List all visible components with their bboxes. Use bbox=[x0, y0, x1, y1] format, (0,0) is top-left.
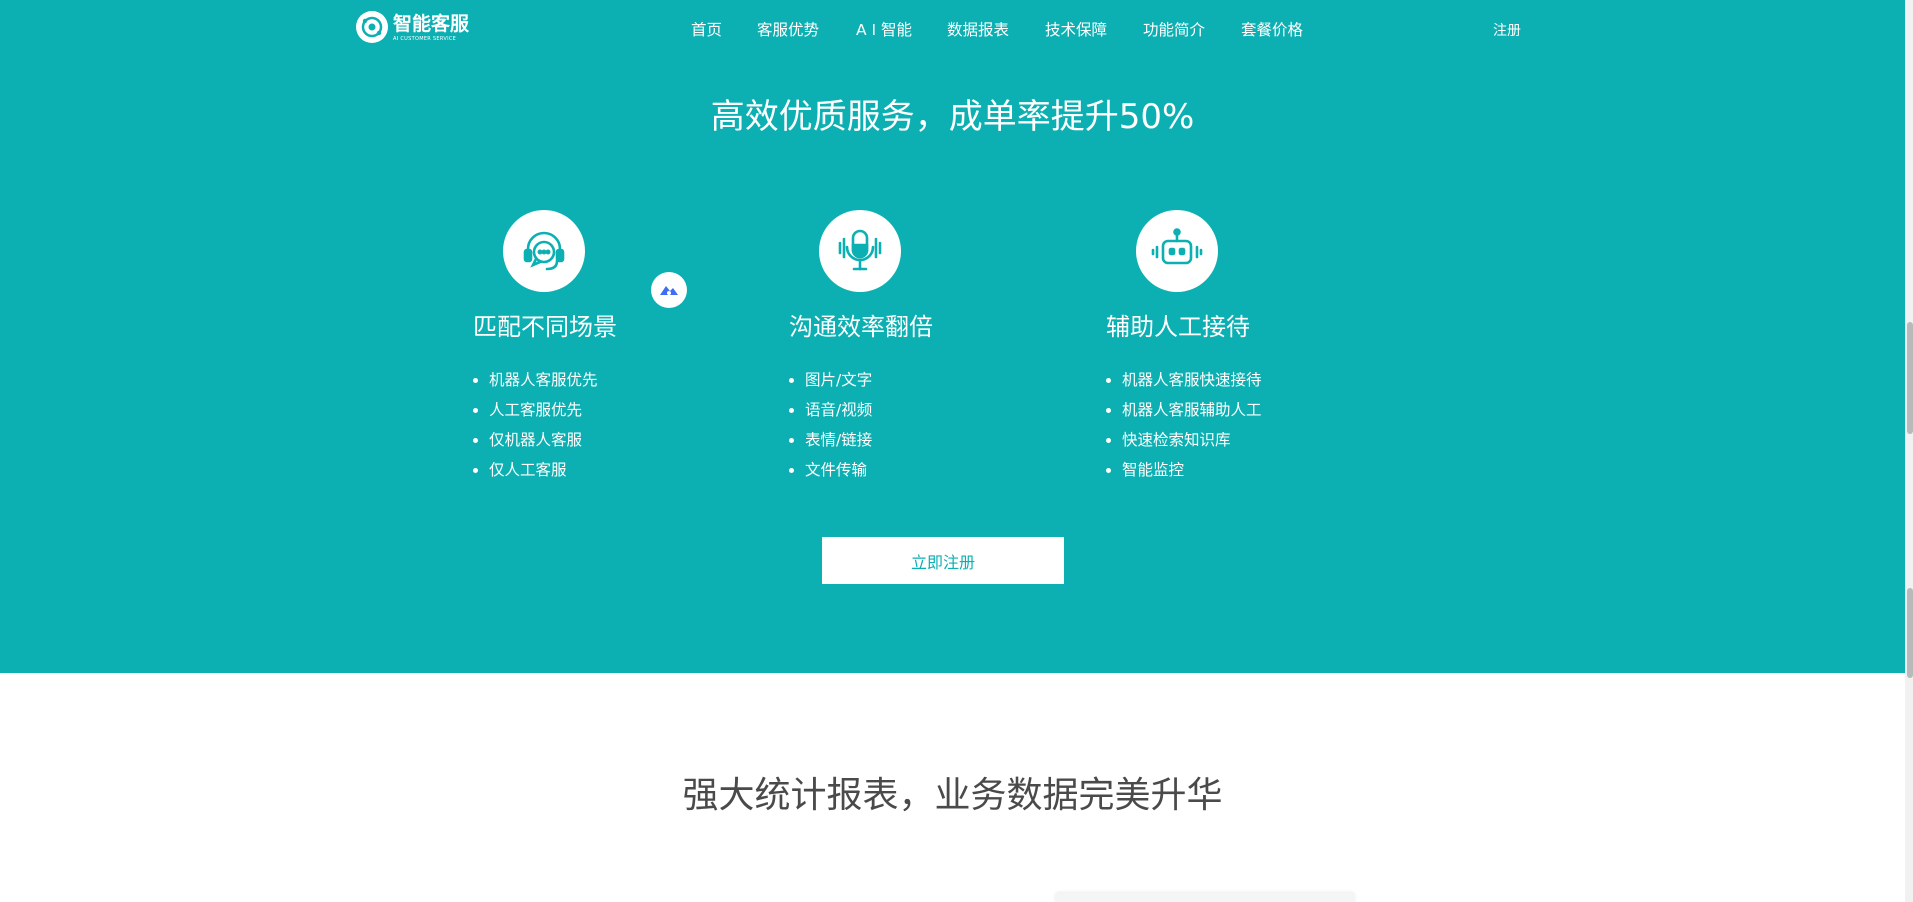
hero-title: 高效优质服务，成单率提升50% bbox=[710, 97, 1195, 137]
feature-title: 辅助人工接待 bbox=[1106, 313, 1250, 341]
list-item: 机器人客服快速接待 bbox=[1106, 365, 1262, 395]
feature-title: 沟通效率翻倍 bbox=[789, 313, 933, 341]
nav-item-tech[interactable]: 技术保障 bbox=[1045, 18, 1107, 40]
logo[interactable]: 智能客服 AI CUSTOMER SERVICE bbox=[356, 11, 469, 43]
scrollbar-thumb[interactable] bbox=[1907, 322, 1913, 434]
feature-list: 图片/文字 语音/视频 表情/链接 文件传输 bbox=[789, 365, 872, 485]
stats-section-title: 强大统计报表，业务数据完美升华 bbox=[682, 775, 1223, 816]
nav-item-pricing[interactable]: 套餐价格 bbox=[1241, 18, 1303, 40]
nav-item-features[interactable]: 功能简介 bbox=[1143, 18, 1205, 40]
list-item: 表情/链接 bbox=[789, 425, 872, 455]
nav-item-ai[interactable]: A I 智能 bbox=[856, 18, 912, 40]
list-item: 语音/视频 bbox=[789, 395, 872, 425]
floating-widget-icon[interactable] bbox=[651, 272, 687, 308]
logo-name: 智能客服 bbox=[393, 12, 470, 35]
nav-item-home[interactable]: 首页 bbox=[691, 18, 722, 40]
list-item: 仅机器人客服 bbox=[473, 425, 598, 455]
feature-list: 机器人客服快速接待 机器人客服辅助人工 快速检索知识库 智能监控 bbox=[1106, 365, 1262, 485]
microphone-icon bbox=[819, 210, 901, 292]
list-item: 文件传输 bbox=[789, 455, 872, 485]
feature-list: 机器人客服优先 人工客服优先 仅机器人客服 仅人工客服 bbox=[473, 365, 598, 485]
logo-subtitle: AI CUSTOMER SERVICE bbox=[393, 35, 457, 42]
list-item: 图片/文字 bbox=[789, 365, 872, 395]
nav-item-reports[interactable]: 数据报表 bbox=[947, 18, 1009, 40]
register-now-button[interactable]: 立即注册 bbox=[822, 537, 1064, 584]
scrollbar-track[interactable] bbox=[1905, 0, 1913, 902]
report-preview-image bbox=[1055, 893, 1355, 902]
register-link[interactable]: 注册 bbox=[1493, 20, 1521, 40]
list-item: 智能监控 bbox=[1106, 455, 1262, 485]
scrollbar-thumb-secondary[interactable] bbox=[1907, 588, 1913, 678]
list-item: 人工客服优先 bbox=[473, 395, 598, 425]
list-item: 机器人客服辅助人工 bbox=[1106, 395, 1262, 425]
list-item: 快速检索知识库 bbox=[1106, 425, 1262, 455]
hero-section: 智能客服 AI CUSTOMER SERVICE 首页 客服优势 A I 智能 … bbox=[0, 0, 1905, 673]
robot-icon bbox=[1136, 210, 1218, 292]
logo-icon bbox=[356, 11, 388, 43]
nav-item-advantages[interactable]: 客服优势 bbox=[757, 18, 819, 40]
feature-title: 匹配不同场景 bbox=[473, 313, 617, 341]
headset-chat-icon bbox=[503, 210, 585, 292]
list-item: 仅人工客服 bbox=[473, 455, 598, 485]
list-item: 机器人客服优先 bbox=[473, 365, 598, 395]
